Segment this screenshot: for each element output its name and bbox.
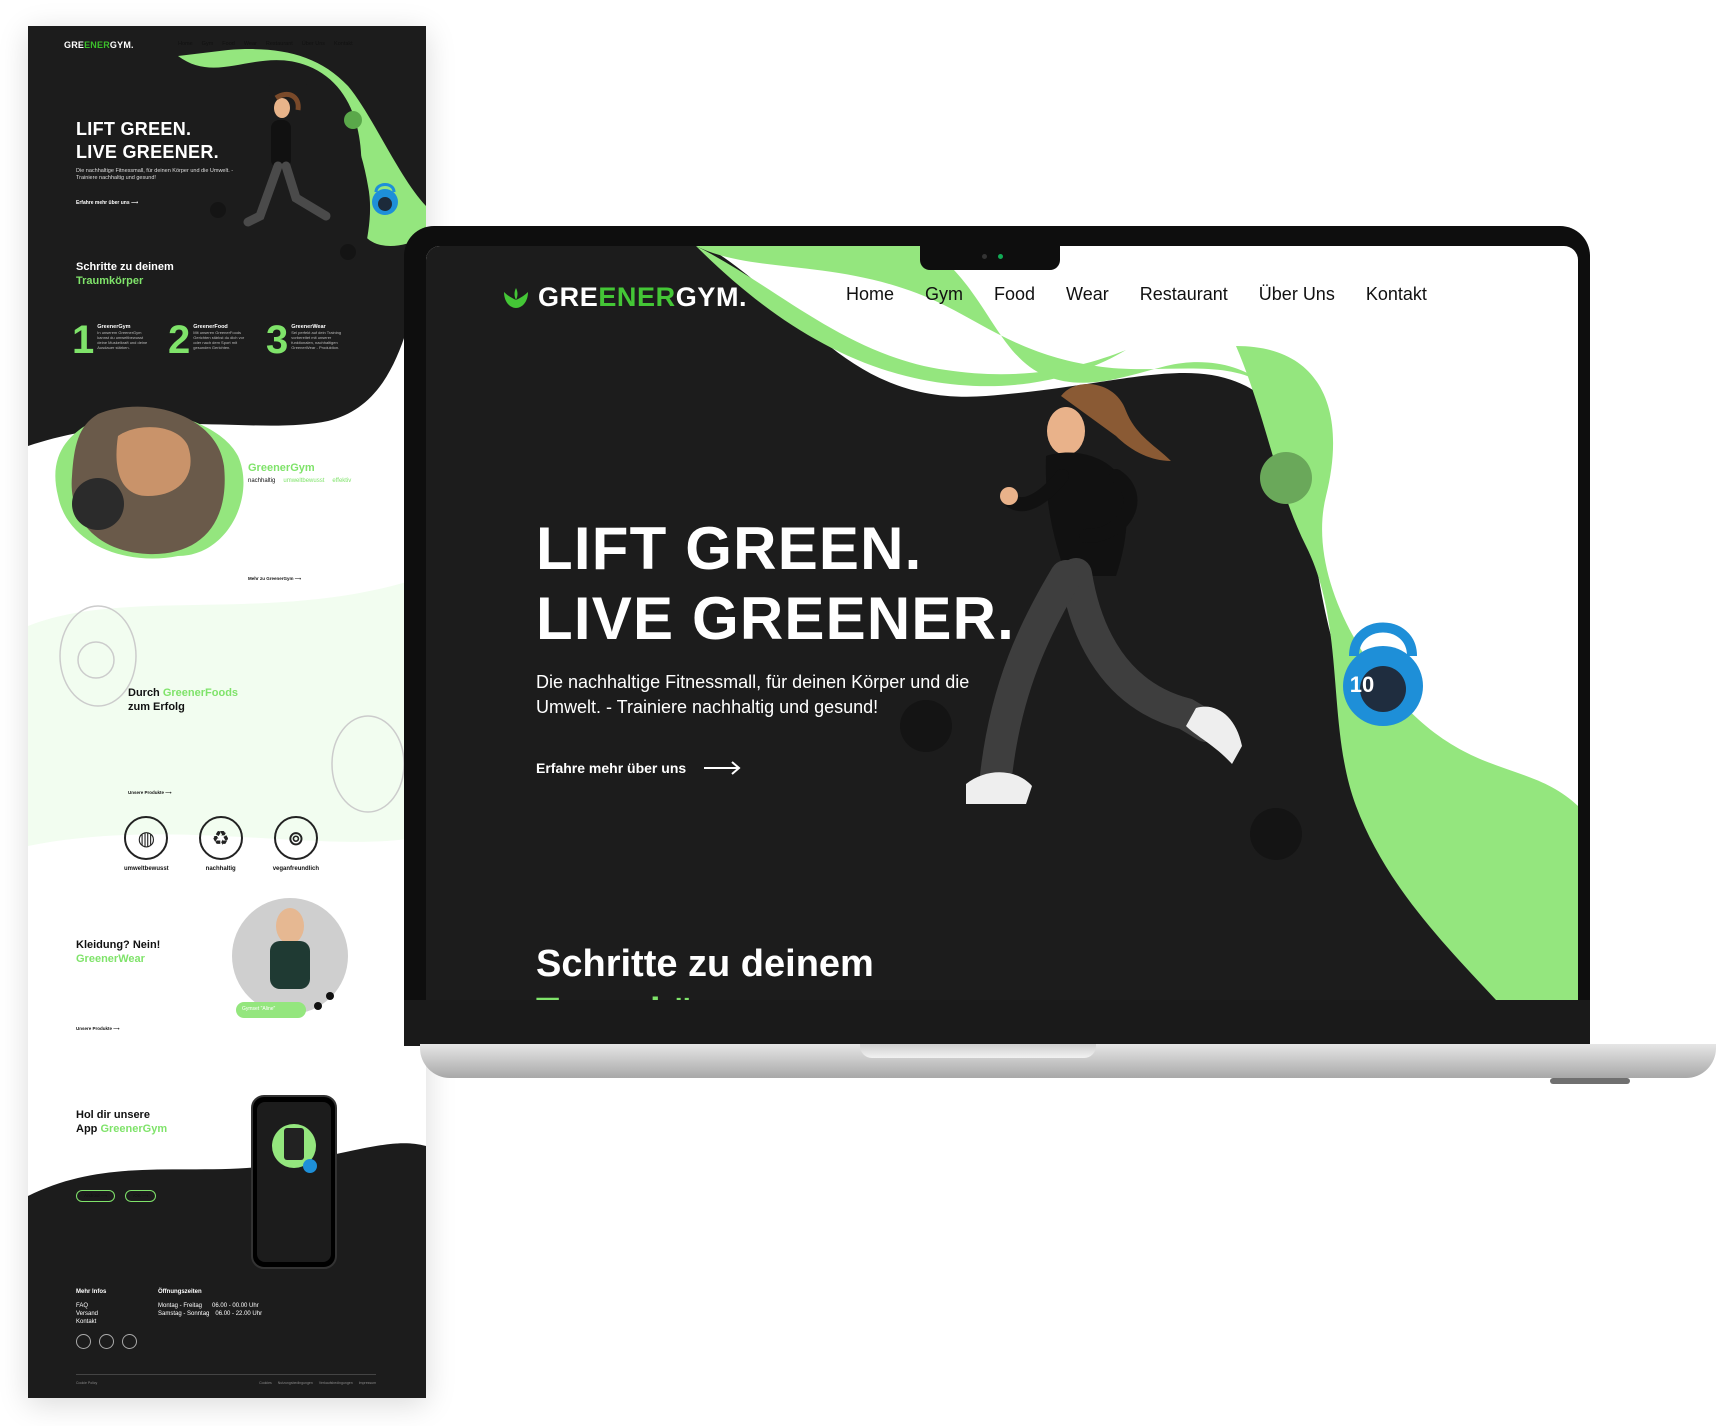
nav-wear[interactable]: Wear <box>1066 284 1109 305</box>
hero-title: LIFT GREEN. LIVE GREENER. <box>536 514 1015 654</box>
preview-step-1: 1 GreenerGym In unserem GreenerGym kannst… <box>72 318 148 362</box>
legal-link[interactable]: Impressum <box>359 1381 376 1385</box>
globe-icon: ◍ <box>124 816 169 860</box>
preview-logo[interactable]: GREENERGYM. <box>64 40 134 50</box>
preview-step-3: 3 GreenerWear Sei perfekt auf dein Traini… <box>266 318 342 362</box>
preview-wear-title: Kleidung? Nein! GreenerWear <box>76 939 161 965</box>
preview-food-feature: ◍ umweltbewusst <box>124 816 169 872</box>
footer-link-versand[interactable]: Versand <box>76 1310 106 1318</box>
kettlebell-weight: 10 <box>1349 672 1375 697</box>
hero-title-line1: LIFT GREEN. <box>536 515 923 582</box>
preview-nav-food[interactable]: Food <box>222 41 235 47</box>
preview-food-title: Durch GreenerFoods zum Erfolg <box>128 687 239 713</box>
instagram-icon[interactable] <box>99 1334 114 1349</box>
preview-hero-cta[interactable]: Erfahre mehr über uns ⟶ <box>76 200 138 206</box>
nav-kontakt[interactable]: Kontakt <box>1366 284 1427 305</box>
preview-food-feature: ⊚ veganfreundlich <box>273 816 319 872</box>
preview-steps-title: Schritte zu deinem Traumkörper <box>76 261 174 287</box>
nav-home[interactable]: Home <box>846 284 894 305</box>
preview-nav-wear[interactable]: Wear <box>244 41 257 47</box>
footer-link-faq[interactable]: FAQ <box>76 1302 106 1310</box>
preview-app-buttons: Android ⟶ iOS ⟶ <box>76 1190 157 1202</box>
preview-app-title: Hol dir unsere App GreenerGym <box>76 1109 168 1135</box>
main-nav: Home Gym Food Wear Restaurant Über Uns K… <box>846 284 1427 305</box>
legal-link[interactable]: Verkaufsbedingungen <box>319 1381 353 1385</box>
preview-hero-subtitle: Die nachhaltige Fitnessmall, für deinen … <box>76 168 234 181</box>
twitter-icon[interactable] <box>76 1334 91 1349</box>
hero-cta-link[interactable]: Erfahre mehr über uns <box>536 760 742 776</box>
facebook-icon[interactable] <box>122 1334 137 1349</box>
preview-footer-hours: Öffnungszeiten Montag - Freitag 06.00 - 0… <box>158 1289 263 1317</box>
preview-wear-link[interactable]: Unsere Produkte ⟶ <box>76 1026 120 1032</box>
recycle-icon: ♻ <box>198 816 243 860</box>
footer-link-kontakt[interactable]: Kontakt <box>76 1318 106 1326</box>
preview-nav: Home Gym Food Wear Restaurant Über Uns K… <box>178 41 353 47</box>
nav-food[interactable]: Food <box>994 284 1035 305</box>
preview-nav-gym[interactable]: Gym <box>202 41 214 47</box>
laptop-foot <box>1550 1078 1630 1084</box>
legal-link[interactable]: Cookies <box>259 1381 272 1385</box>
preview-social <box>76 1334 137 1349</box>
cookie-policy-link[interactable]: Cookie Policy <box>76 1381 97 1385</box>
legal-link[interactable]: Nutzungsbedingungen <box>278 1381 313 1385</box>
steps-heading: Schritte zu deinem Traumkörper <box>536 943 874 1000</box>
preview-nav-about[interactable]: Über Uns <box>302 41 325 47</box>
laptop-base <box>420 1044 1716 1078</box>
hero-subtitle: Die nachhaltige Fitnessmall, für deinen … <box>536 672 970 717</box>
nav-restaurant[interactable]: Restaurant <box>1140 284 1228 305</box>
preview-food-link[interactable]: Unsere Produkte ⟶ <box>128 790 172 796</box>
preview-wear-badge[interactable]: Gymset "Aline" <box>242 1006 275 1012</box>
preview-gym-link[interactable]: Mehr zu GreenerGym ⟶ <box>248 576 301 582</box>
leaf-logo-icon <box>504 287 528 308</box>
preview-hero-title: LIFT GREEN. LIVE GREENER. <box>76 119 219 162</box>
site-logo[interactable]: GREENERGYM. <box>502 282 747 313</box>
laptop-camera-notch <box>920 246 1060 270</box>
preview-gym-tags: nachhaltig umweltbewusst effektiv <box>248 478 352 484</box>
hero-cta-label: Erfahre mehr über uns <box>536 760 687 776</box>
hero-title-line2: LIVE GREENER. <box>536 585 1016 652</box>
arrow-right-icon <box>704 761 741 775</box>
preview-footer-infos: Mehr Infos FAQ Versand Kontakt <box>76 1289 107 1326</box>
mockup-stage: GREENERGYM. Home Gym Food Wear Restauran… <box>0 0 1718 1426</box>
preview-legal-bar: Cookie Policy Cookies Nutzungsbedingunge… <box>76 1374 376 1385</box>
laptop-chin <box>404 1000 1590 1046</box>
laptop-screen: GREENERGYM. Home Gym Food Wear Restauran… <box>426 246 1578 1000</box>
ios-button[interactable]: iOS ⟶ <box>125 1190 157 1202</box>
preview-nav-restaurant[interactable]: Restaurant <box>266 41 293 47</box>
preview-nav-home[interactable]: Home <box>178 41 193 47</box>
preview-step-2: 2 GreenerFood Mit unseren GreenerFoods Ge… <box>168 318 245 362</box>
plate-icon: ⊚ <box>273 816 318 860</box>
fullpage-preview: GREENERGYM. Home Gym Food Wear Restauran… <box>28 26 426 1398</box>
nav-gym[interactable]: Gym <box>925 284 963 305</box>
nav-ueber-uns[interactable]: Über Uns <box>1259 284 1335 305</box>
preview-nav-contact[interactable]: Kontakt <box>334 41 353 47</box>
preview-gym-title: GreenerGym <box>248 462 315 474</box>
preview-food-icons: ◍ umweltbewusst ♻ nachhaltig ⊚ veganfreundl… <box>124 816 319 872</box>
android-button[interactable]: Android ⟶ <box>76 1190 116 1202</box>
preview-food-feature: ♻ nachhaltig <box>198 816 243 872</box>
